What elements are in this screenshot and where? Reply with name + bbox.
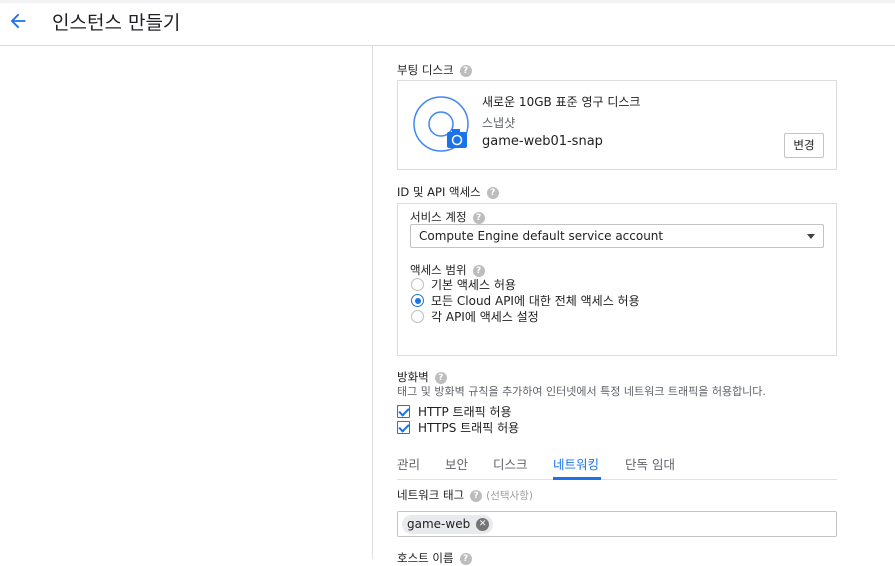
boot-disk-card: 새로운 10GB 표준 영구 디스크 스냅샷 game-web01-snap 변… <box>397 80 837 170</box>
remove-tag-icon[interactable]: ✕ <box>476 518 490 531</box>
disk-icon <box>413 96 469 152</box>
allow-https-checkbox-row[interactable]: HTTPS 트래픽 허용 <box>397 419 519 436</box>
allow-http-label: HTTP 트래픽 허용 <box>418 405 512 419</box>
help-icon[interactable]: ? <box>472 211 485 224</box>
access-scope-label-text: 액세스 범위 <box>410 263 467 277</box>
scope-option-full[interactable]: 모든 Cloud API에 대한 전체 액세스 허용 <box>411 292 640 309</box>
help-icon[interactable]: ? <box>472 264 485 277</box>
firewall-description: 태그 및 방화벽 규칙을 추가하여 인터넷에서 특정 네트워크 트래픽을 허용합… <box>397 385 766 398</box>
tab-sole-tenancy[interactable]: 단독 임대 <box>625 454 675 473</box>
tab-security[interactable]: 보안 <box>445 454 468 473</box>
change-disk-button[interactable]: 변경 <box>784 133 824 158</box>
page-title: 인스턴스 만들기 <box>52 12 181 34</box>
active-tab-indicator <box>553 477 601 480</box>
tag-chip-label: game-web <box>407 517 471 531</box>
help-icon[interactable]: ? <box>486 186 499 199</box>
scope-option-default[interactable]: 기본 액세스 허용 <box>411 276 516 293</box>
scope-option-per-api[interactable]: 각 API에 액세스 설정 <box>411 308 539 325</box>
radio-button[interactable] <box>411 310 424 323</box>
help-icon[interactable]: ? <box>470 489 483 502</box>
network-tags-label-text: 네트워크 태그 <box>397 488 465 502</box>
radio-button[interactable] <box>411 294 424 307</box>
firewall-label-text: 방화벽 <box>397 370 429 384</box>
hostname-label-text: 호스트 이름 <box>397 551 454 565</box>
tab-disks[interactable]: 디스크 <box>493 454 528 473</box>
checkbox[interactable] <box>397 421 410 434</box>
tag-chip: game-web ✕ <box>402 515 494 534</box>
allow-http-checkbox-row[interactable]: HTTP 트래픽 허용 <box>397 403 512 420</box>
network-tags-input[interactable]: game-web ✕ <box>397 511 837 537</box>
top-bar: 인스턴스 만들기 <box>0 0 895 46</box>
scope-option-label: 기본 액세스 허용 <box>431 278 516 292</box>
hostname-label: 호스트 이름? <box>397 550 472 566</box>
disk-description: 새로운 10GB 표준 영구 디스크 <box>482 95 641 109</box>
dropdown-caret-icon <box>807 234 815 239</box>
vertical-divider <box>372 46 373 559</box>
service-account-label: 서비스 계정? <box>410 209 485 225</box>
service-account-select[interactable]: Compute Engine default service account <box>410 224 824 248</box>
identity-label: ID 및 API 액세스? <box>397 184 499 200</box>
tab-networking[interactable]: 네트워킹 <box>553 454 599 473</box>
snapshot-name: game-web01-snap <box>482 134 603 149</box>
help-icon[interactable]: ? <box>459 64 472 77</box>
radio-button[interactable] <box>411 278 424 291</box>
scope-option-label: 각 API에 액세스 설정 <box>431 310 539 324</box>
optional-hint: (선택사항) <box>486 490 533 502</box>
service-account-label-text: 서비스 계정 <box>410 210 467 224</box>
back-arrow-icon[interactable] <box>7 10 29 32</box>
identity-label-text: ID 및 API 액세스 <box>397 185 481 199</box>
network-tags-label: 네트워크 태그? (선택사항) <box>397 487 533 503</box>
service-account-value: Compute Engine default service account <box>419 229 664 243</box>
allow-https-label: HTTPS 트래픽 허용 <box>418 421 520 435</box>
checkbox[interactable] <box>397 405 410 418</box>
boot-disk-label: 부팅 디스크? <box>397 62 472 78</box>
settings-tabs: 관리 보안 디스크 네트워킹 단독 임대 <box>397 448 837 480</box>
identity-card: 서비스 계정? Compute Engine default service a… <box>397 203 837 356</box>
scope-option-label: 모든 Cloud API에 대한 전체 액세스 허용 <box>431 294 640 308</box>
tab-management[interactable]: 관리 <box>397 454 420 473</box>
disk-source-type: 스냅샷 <box>482 116 516 130</box>
boot-disk-label-text: 부팅 디스크 <box>397 63 454 77</box>
help-icon[interactable]: ? <box>434 371 447 384</box>
